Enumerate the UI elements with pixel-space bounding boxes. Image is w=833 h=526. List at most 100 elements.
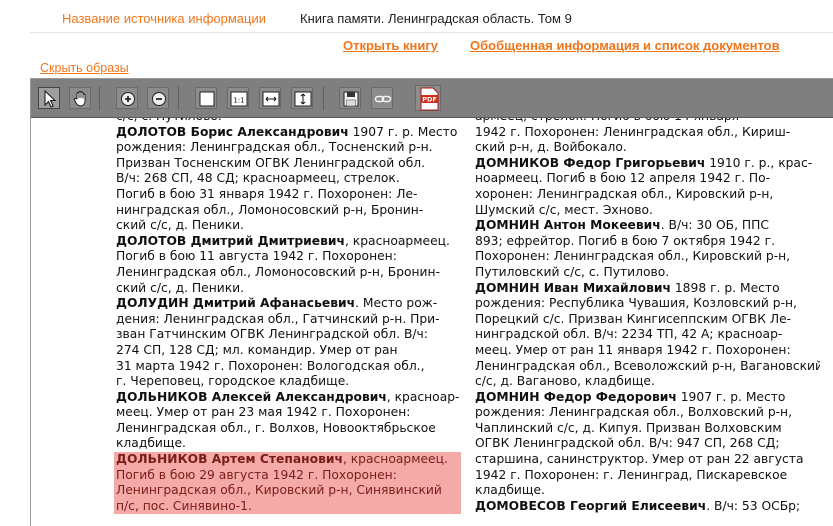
record-line: с/с, с. Путилово.	[116, 118, 461, 125]
zoom-out-button[interactable]	[147, 87, 169, 109]
chain-link-icon	[374, 95, 392, 103]
record-line: ДОМНИН Антон Мокеевич. В/ч: 30 ОБ, ППС	[475, 218, 770, 233]
record-line: кладбище.	[475, 483, 545, 498]
toolbar-separator	[99, 86, 100, 110]
page-right-margin	[820, 118, 833, 526]
zoom-out-icon	[152, 92, 166, 106]
record-line: ский с/с, д. Пеники.	[116, 280, 245, 295]
document-page-image[interactable]: с/с, с. Путилово.ДОЛОТОВ Борис Александр…	[31, 118, 833, 526]
record-line: Ленинградская обл., Всеволожский р-н, Ва…	[475, 358, 820, 373]
hide-images-link[interactable]: Скрыть образы	[40, 61, 129, 75]
record-entry: ДОМНИН Федор Федорович 1907 г. р. Место р…	[475, 390, 820, 499]
record-line: Погиб в бою 29 августа 1942 г. Похоронен…	[116, 467, 397, 482]
fit-height-button[interactable]	[291, 87, 313, 109]
floppy-disk-icon	[343, 91, 359, 107]
record-line: ДОЛУДИН Дмитрий Афанасьевич. Место рож-	[116, 296, 438, 311]
toolbar-separator	[323, 86, 324, 110]
record-line: Путиловский с/с, с. Путилово.	[475, 264, 670, 279]
toolbar-separator	[178, 86, 179, 110]
summary-link[interactable]: Обобщенная информация и список документо…	[470, 38, 780, 53]
record-line: ДОМНИКОВ Федор Григорьевич 1910 г. р., к…	[475, 155, 813, 170]
record-entry: армеец, стрелок. Погиб в бою 14 января19…	[475, 118, 820, 156]
record-line: рождения: Ленинградская обл., Волховский…	[475, 405, 793, 420]
svg-text:1:1: 1:1	[233, 97, 244, 105]
record-line: В/ч: 268 СП, 48 СД; красноармеец, стрело…	[116, 171, 400, 186]
person-name: ДОМНИН Федор Федорович	[475, 389, 677, 404]
person-name: ДОЛОТОВ Дмитрий Дмитриевич	[116, 233, 345, 248]
record-line: ДОЛЬНИКОВ Алексей Александрович, красноа…	[116, 389, 460, 404]
record-line: армеец, стрелок. Погиб в бою 14 января	[475, 118, 820, 125]
record-line: Ленинградская обл., Ломоносовский р-н, Б…	[116, 264, 441, 279]
record-line: хоронен: Ленинградская обл., Кировский р…	[475, 186, 774, 201]
person-name: ДОЛУДИН Дмитрий Афанасьевич	[116, 296, 356, 311]
person-name: ДОЛЬНИКОВ Артем Степанович	[116, 452, 343, 467]
pdf-export-button[interactable]: PDF	[415, 85, 441, 111]
actual-size-button[interactable]: 1:1	[227, 87, 249, 109]
record-line: меец. Умер от ран 23 мая 1942 г. Похорон…	[116, 405, 411, 420]
record-entry: ДОЛУДИН Дмитрий Афанасьевич. Место рож-д…	[116, 296, 461, 390]
person-name: ДОМНИН Антон Мокеевич	[475, 218, 661, 233]
record-line: Призван Тосненским ОГВК Ленинградской об…	[116, 155, 426, 170]
page-icon	[199, 91, 215, 107]
record-entry: с/с, с. Путилово.	[116, 118, 461, 125]
hand-tool-button[interactable]	[69, 87, 91, 109]
record-line: 1942 г. Похоронен: г. Ленинград, Пискаре…	[475, 467, 788, 482]
text-column-right: армеец, стрелок. Погиб в бою 14 января 19…	[475, 118, 820, 514]
link-button[interactable]	[371, 87, 393, 109]
person-name: ДОМНИН Иван Михайлович	[475, 280, 671, 295]
source-label: Название источника информации	[62, 11, 266, 26]
record-line: Ленинградская обл., Кировский р-н, Синяв…	[116, 483, 442, 498]
record-entry: ДОЛЬНИКОВ Алексей Александрович, красноа…	[116, 390, 461, 452]
record-line: рождения: Ленинградская обл., Тосненский…	[116, 140, 433, 155]
record-entry: ДОМНИН Антон Мокеевич. В/ч: 30 ОБ, ППС 89…	[475, 218, 820, 280]
actual-size-icon: 1:1	[230, 91, 248, 107]
record-line: кладбище.	[116, 436, 186, 451]
record-line: 893; ефрейтор. Погиб в бою 7 октября 194…	[475, 233, 776, 248]
select-tool-button[interactable]	[38, 87, 60, 109]
fit-width-icon	[262, 91, 280, 107]
record-line: ский р-н, д. Войбокало.	[475, 140, 627, 155]
highlighted-record-entry: ДОЛЬНИКОВ Артем Степанович, красноармеец…	[114, 452, 461, 515]
person-name: ДОМОВЕСОВ Георгий Елисеевич	[475, 498, 707, 513]
save-button[interactable]	[339, 87, 361, 109]
cursor-arrow-icon	[44, 89, 57, 108]
record-line: п/с, пос. Синявино-1.	[116, 498, 252, 513]
record-line: Ленинградская обл., г. Волхов, Новооктяб…	[116, 420, 436, 435]
record-entry: ДОМНИН Иван Михайлович 1898 г. р. Место р…	[475, 281, 820, 390]
record-line: зван Гатчинским ОГВК Ленинградской обл. …	[116, 327, 428, 342]
record-line: нинградская обл., Ломоносовский р-н, Бро…	[116, 202, 424, 217]
fit-width-button[interactable]	[259, 87, 281, 109]
record-line: с/с, д. Ваганово, кладбище.	[475, 374, 655, 389]
document-viewer: 1:1 PDF ДОЛОТОВ Борис Александрович 1907…	[30, 78, 833, 526]
source-row: Название источника информации Книга памя…	[0, 6, 833, 32]
record-line: ОГВК Ленинградской обл. В/ч: 947 СП, 268…	[475, 436, 780, 451]
record-line: Порецкий с/с. Призван Кингисеппским ОГВК…	[475, 311, 792, 326]
viewer-toolbar: 1:1 PDF	[31, 79, 833, 118]
record-line: меец. Умер от ран 11 января 1942 г. Похо…	[475, 342, 791, 357]
zoom-in-button[interactable]	[116, 87, 138, 109]
record-line: дения: Ленинградская обл., Гатчинский р-…	[116, 311, 440, 326]
record-line: 31 марта 1942 г. Похоронен: Вологодская …	[116, 358, 425, 373]
person-name: ДОЛЬНИКОВ Алексей Александрович	[116, 389, 387, 404]
zoom-in-icon	[121, 92, 135, 106]
record-line: рождения: Республика Чувашия, Козловский…	[475, 296, 797, 311]
record-line: ДОЛЬНИКОВ Артем Степанович, красноармеец…	[116, 452, 448, 467]
header-divider	[30, 32, 833, 33]
record-line: 274 СП, 128 СД; мл. командир. Умер от ра…	[116, 342, 398, 357]
person-name: ДОМНИКОВ Федор Григорьевич	[475, 155, 706, 170]
record-line: нинградской обл. В/ч: 2234 ТП, 42 А; кра…	[475, 327, 783, 342]
text-column-left: с/с, с. Путилово.ДОЛОТОВ Борис Александр…	[114, 118, 461, 515]
pdf-icon: PDF	[420, 87, 439, 111]
open-book-link[interactable]: Открыть книгу	[343, 38, 438, 53]
record-line: Чаплинский с/с, д. Кипуя. Призван Волхов…	[475, 420, 782, 435]
record-line: ДОМНИН Иван Михайлович 1898 г. р. Место	[475, 280, 780, 295]
record-line: г. Череповец, городское кладбище.	[116, 374, 350, 389]
record-line: Шумский с/с, мест. Эхново.	[475, 202, 653, 217]
page-view-button[interactable]	[195, 87, 217, 109]
record-entry: ДОМНИКОВ Федор Григорьевич 1910 г. р., к…	[475, 156, 820, 218]
record-entry: ДОЛОТОВ Борис Александрович 1907 г. р. М…	[116, 125, 461, 234]
svg-text:PDF: PDF	[422, 96, 437, 104]
record-line: Погиб в бою 31 января 1942 г. Похоронен:…	[116, 186, 418, 201]
record-line: ДОЛОТОВ Дмитрий Дмитриевич, красноармеец…	[116, 233, 450, 248]
record-line: ский с/с, д. Пеники.	[116, 218, 245, 233]
